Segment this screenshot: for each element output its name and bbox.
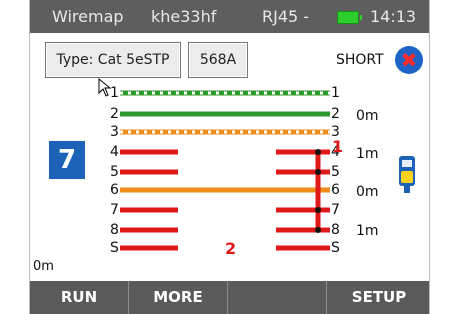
left-distance: 0m xyxy=(33,259,54,274)
fault-marker-2: 2 xyxy=(225,239,236,258)
wiremap-diagram: 1 2 3 4 5 6 7 8 S 1 2 3 4 5 6 7 8 S 1 2 … xyxy=(110,85,379,258)
right-pin-label: S xyxy=(331,240,340,256)
left-pin-label: 3 xyxy=(110,124,119,140)
distance-pair-78: 1m xyxy=(356,223,379,239)
right-pin-label: 2 xyxy=(331,106,340,122)
right-pin-label: 6 xyxy=(331,182,340,198)
more-button[interactable]: MORE xyxy=(129,281,227,314)
left-pin-label: 2 xyxy=(110,106,119,122)
short-node xyxy=(315,227,321,233)
left-pin-label: 6 xyxy=(110,182,119,198)
left-pin-label: 5 xyxy=(110,164,119,180)
remote-unit-icon xyxy=(399,156,415,193)
right-pin-label: 7 xyxy=(331,202,340,218)
short-node xyxy=(315,169,321,175)
fault-marker-1: 1 xyxy=(332,137,343,156)
left-pin-label: 4 xyxy=(110,144,119,160)
left-pin-label: 1 xyxy=(110,85,119,101)
run-button[interactable]: RUN xyxy=(30,281,128,314)
left-pin-label: S xyxy=(110,240,119,256)
softkey-bar: RUN MORE SETUP xyxy=(30,281,429,314)
distance-pair-36: 0m xyxy=(356,184,379,200)
right-pin-label: 1 xyxy=(331,85,340,101)
left-pin-label: 7 xyxy=(110,202,119,218)
left-pin-label: 8 xyxy=(110,222,119,238)
softkey-3[interactable] xyxy=(228,281,326,314)
distance-pair-12: 0m xyxy=(356,108,379,124)
right-pin-label: 8 xyxy=(331,222,340,238)
setup-button[interactable]: SETUP xyxy=(327,281,431,314)
short-node xyxy=(315,149,321,155)
distance-pair-45: 1m xyxy=(356,146,379,162)
right-pin-label: 5 xyxy=(331,164,340,180)
tester-screen: Wiremap khe33hf RJ45 - 14:13 Type: Cat 5… xyxy=(29,0,430,314)
short-node xyxy=(315,207,321,213)
